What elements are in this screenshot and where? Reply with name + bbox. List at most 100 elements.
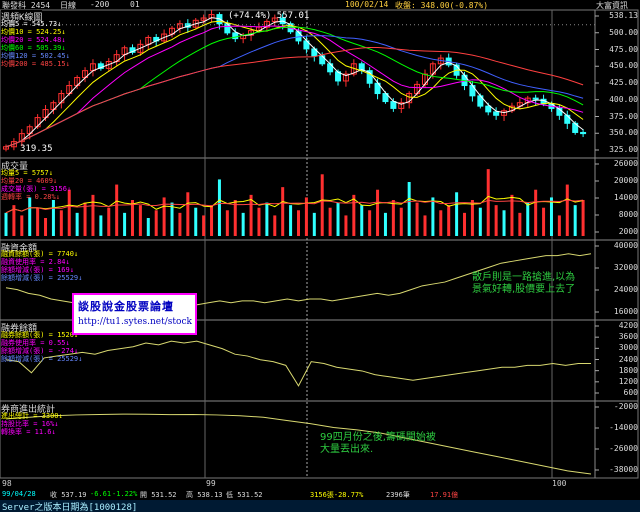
x-label-99: 99	[206, 479, 216, 488]
banner-url[interactable]: http://tu1.sytes.net/stock	[78, 317, 192, 327]
foreign-line	[5, 413, 592, 475]
ma10-line	[5, 20, 584, 148]
volume-bar	[565, 184, 569, 236]
note-line: 99四月份之後,籌碼開始被	[320, 432, 436, 443]
volume-bar	[320, 174, 324, 236]
legend-ma120: 均價120 = 502.45↓	[1, 52, 70, 60]
legend-ma60: 均價60 = 505.39↓	[1, 44, 66, 52]
volume-bar	[518, 212, 522, 236]
volume-bar	[225, 210, 229, 236]
legend-volume: 成交量(張) = 3156↓	[1, 185, 72, 193]
legend-holding-ratio: 持股比率 = 16%↓	[1, 420, 59, 428]
price-tick: 500.00	[609, 27, 638, 37]
volume-bar	[502, 210, 506, 236]
volume-bar	[470, 200, 474, 236]
margin-tick: 24000	[613, 285, 638, 294]
legend-short-balance: 融券餘額(張) = 1520↓	[1, 331, 79, 339]
candle-body	[580, 131, 587, 135]
candle-body	[319, 55, 326, 65]
margin-tick: 16000	[613, 307, 638, 316]
volume-bar	[439, 210, 443, 236]
forum-banner[interactable]: 談股說金股票論壇 http://tu1.sytes.net/stock	[72, 293, 197, 335]
margin-tick: 40000	[613, 241, 638, 250]
volume-bar	[241, 212, 245, 236]
candle-body	[532, 97, 539, 100]
volume-legend: 均量5 = 5757↓ 均量20 = 4609↓ 成交量(張) = 3156↓ …	[1, 169, 71, 201]
price-tick: 400.00	[609, 94, 638, 104]
status-bar: 99/04/28 收 537.19 -6.61 -1.22% 開 531.52 …	[0, 489, 640, 500]
price-tick: 425.00	[609, 78, 638, 87]
volume-tick: 20000	[613, 176, 638, 185]
foreign-note: 99四月份之後,籌碼開始被 大量丟出來.	[320, 432, 436, 456]
volume-bar	[352, 194, 356, 236]
volume-bar	[217, 179, 221, 236]
ma20-line	[5, 25, 584, 148]
legend-short-change: 餘額增減(張) = -274↓	[1, 347, 79, 355]
legend-ma10: 均價10 = 524.25↓	[1, 28, 66, 36]
margin-legend: 融資餘額(張) = 7740↓ 融資使用率 = 2.84↓ 餘額增減(張) = …	[1, 250, 82, 282]
legend-net-total: 進出總計 = 3300↓	[1, 412, 63, 420]
volume-bar	[447, 205, 451, 236]
volume-bar	[194, 207, 198, 236]
volume-tick: 14000	[613, 193, 638, 202]
volume-bar	[273, 215, 277, 236]
volume-tick: 26000	[613, 159, 638, 168]
stock-chart-window: 聯發科 2454 日線 -200 01 100/02/14 收盤: 348.00…	[0, 0, 640, 512]
candle-body	[564, 114, 571, 124]
short-tick: 2400	[618, 354, 638, 364]
status-volume: 3156張-28.77%	[310, 491, 364, 499]
legend-margin-balance: 融資餘額(張) = 7740↓	[1, 250, 79, 258]
short-tick: 1200	[618, 376, 638, 386]
volume-bar	[202, 215, 206, 236]
short-tick: 600	[623, 388, 638, 397]
volume-bar	[249, 194, 253, 236]
high-annotation: (+74.4%) 557.01	[228, 11, 310, 21]
volume-bar	[44, 218, 48, 236]
volume-bar	[526, 202, 530, 236]
volume-bar	[376, 189, 380, 236]
volume-bar	[486, 169, 490, 236]
volume-bar	[423, 215, 427, 236]
low-annotation: 319.35	[20, 144, 53, 154]
volume-bar	[391, 200, 395, 236]
volume-bar	[399, 207, 403, 236]
volume-tick: 8000	[618, 210, 638, 219]
foreign-tick: -26000	[609, 444, 638, 453]
short-legend: 融券餘額(張) = 1520↓ 融券使用率 = 0.55↓ 餘額增減(張) = …	[1, 331, 82, 363]
legend-ma200: 均價200 = 485.15↓	[1, 60, 70, 68]
volume-bar	[549, 197, 553, 236]
volume-bar	[265, 202, 269, 236]
legend-ma5: 均價5 = 545.73↓	[1, 20, 62, 28]
volume-bar	[368, 210, 372, 236]
volume-bar	[28, 197, 32, 236]
short-tick: 4200	[618, 321, 638, 330]
volume-bar	[170, 202, 174, 236]
volume-bar	[123, 212, 127, 236]
foreign-tick: -14000	[609, 423, 638, 432]
legend-turnover: 週轉率 = 0.28%↓	[1, 193, 60, 201]
status-close: 收 537.19	[50, 491, 87, 499]
status-change: -6.61	[90, 490, 112, 498]
volume-bar	[557, 215, 561, 236]
volume-bar	[99, 215, 103, 236]
volume-bar	[4, 212, 8, 236]
margin-note: 散戶則是一路搶進,以為 景氣好轉,股價要上去了	[472, 272, 575, 296]
price-tick: 450.00	[609, 61, 638, 71]
volume-bar	[20, 215, 24, 236]
volume-bar	[138, 205, 142, 236]
legend-conversion: 轉換率 = 11.6↓	[1, 428, 56, 436]
volume-bar	[573, 205, 577, 236]
legend-margin-change2: 餘額增減(張) = 25529↓	[1, 274, 83, 282]
volume-bar	[328, 207, 332, 236]
volume-bar	[542, 207, 546, 236]
banner-title: 談股說金股票論壇	[78, 300, 174, 313]
legend-short-usage: 融券使用率 = 0.55↓	[1, 339, 70, 347]
foreign-tick: -2000	[613, 402, 638, 411]
status-date: 99/04/28	[2, 490, 36, 498]
volume-bar	[415, 202, 419, 236]
status-trades: 2396筆	[386, 491, 410, 499]
volume-bar	[534, 189, 538, 236]
margin-tick: 32000	[613, 263, 638, 272]
volume-bar	[210, 205, 214, 236]
volume-bar	[281, 187, 285, 236]
